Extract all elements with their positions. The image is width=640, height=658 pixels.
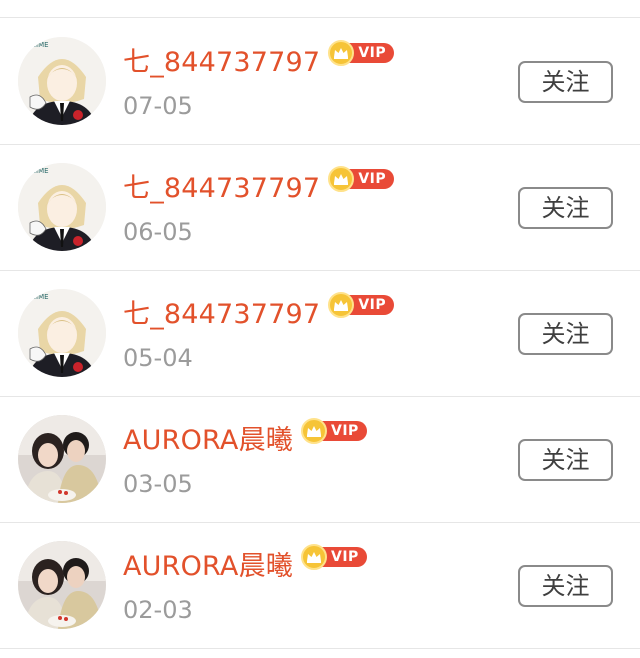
anime-boy-avatar-image: ANIME <box>18 37 106 125</box>
svg-text:ANIME: ANIME <box>26 41 49 49</box>
username[interactable]: AURORA晨曦 <box>123 423 293 459</box>
avatar[interactable]: ANIME <box>18 163 106 251</box>
list-item[interactable]: ANIME 七_844737797 VIP 07-05 关注 <box>0 19 640 145</box>
username[interactable]: 七_844737797 <box>123 45 320 81</box>
svg-text:ANIME: ANIME <box>26 293 49 301</box>
vip-badge: VIP <box>328 40 395 66</box>
crown-icon <box>300 418 327 444</box>
user-list: ANIME 七_844737797 VIP 07-05 关注 ANIME 七_8… <box>0 19 640 649</box>
vip-badge: VIP <box>328 292 395 318</box>
couple-photo-avatar-image <box>18 541 106 629</box>
vip-badge: VIP <box>300 418 367 444</box>
list-item[interactable]: ANIME 七_844737797 VIP 06-05 关注 <box>0 145 640 271</box>
vip-badge: VIP <box>300 544 367 570</box>
couple-photo-avatar-image <box>18 415 106 503</box>
follow-button[interactable]: 关注 <box>518 565 613 607</box>
username[interactable]: 七_844737797 <box>123 297 320 333</box>
vip-badge: VIP <box>328 166 395 192</box>
date: 05-04 <box>123 344 193 372</box>
follow-button[interactable]: 关注 <box>518 187 613 229</box>
date: 02-03 <box>123 596 193 624</box>
list-item[interactable]: AURORA晨曦 VIP 03-05 关注 <box>0 397 640 523</box>
top-divider <box>0 0 640 18</box>
name-line: 七_844737797 VIP <box>123 166 395 209</box>
anime-boy-avatar-image: ANIME <box>18 289 106 377</box>
list-item[interactable]: AURORA晨曦 VIP 02-03 关注 <box>0 523 640 649</box>
name-line: AURORA晨曦 VIP <box>123 544 367 587</box>
name-line: 七_844737797 VIP <box>123 40 395 83</box>
anime-boy-avatar-image: ANIME <box>18 163 106 251</box>
crown-icon <box>300 544 327 570</box>
date: 03-05 <box>123 470 193 498</box>
name-line: AURORA晨曦 VIP <box>123 418 367 461</box>
avatar[interactable]: ANIME <box>18 289 106 377</box>
avatar[interactable] <box>18 415 106 503</box>
date: 06-05 <box>123 218 193 246</box>
avatar[interactable]: ANIME <box>18 37 106 125</box>
follow-button[interactable]: 关注 <box>518 439 613 481</box>
date: 07-05 <box>123 92 193 120</box>
follow-button[interactable]: 关注 <box>518 313 613 355</box>
avatar[interactable] <box>18 541 106 629</box>
follow-button[interactable]: 关注 <box>518 61 613 103</box>
username[interactable]: 七_844737797 <box>123 171 320 207</box>
username[interactable]: AURORA晨曦 <box>123 549 293 585</box>
list-item[interactable]: ANIME 七_844737797 VIP 05-04 关注 <box>0 271 640 397</box>
svg-text:ANIME: ANIME <box>26 167 49 175</box>
name-line: 七_844737797 VIP <box>123 292 395 335</box>
